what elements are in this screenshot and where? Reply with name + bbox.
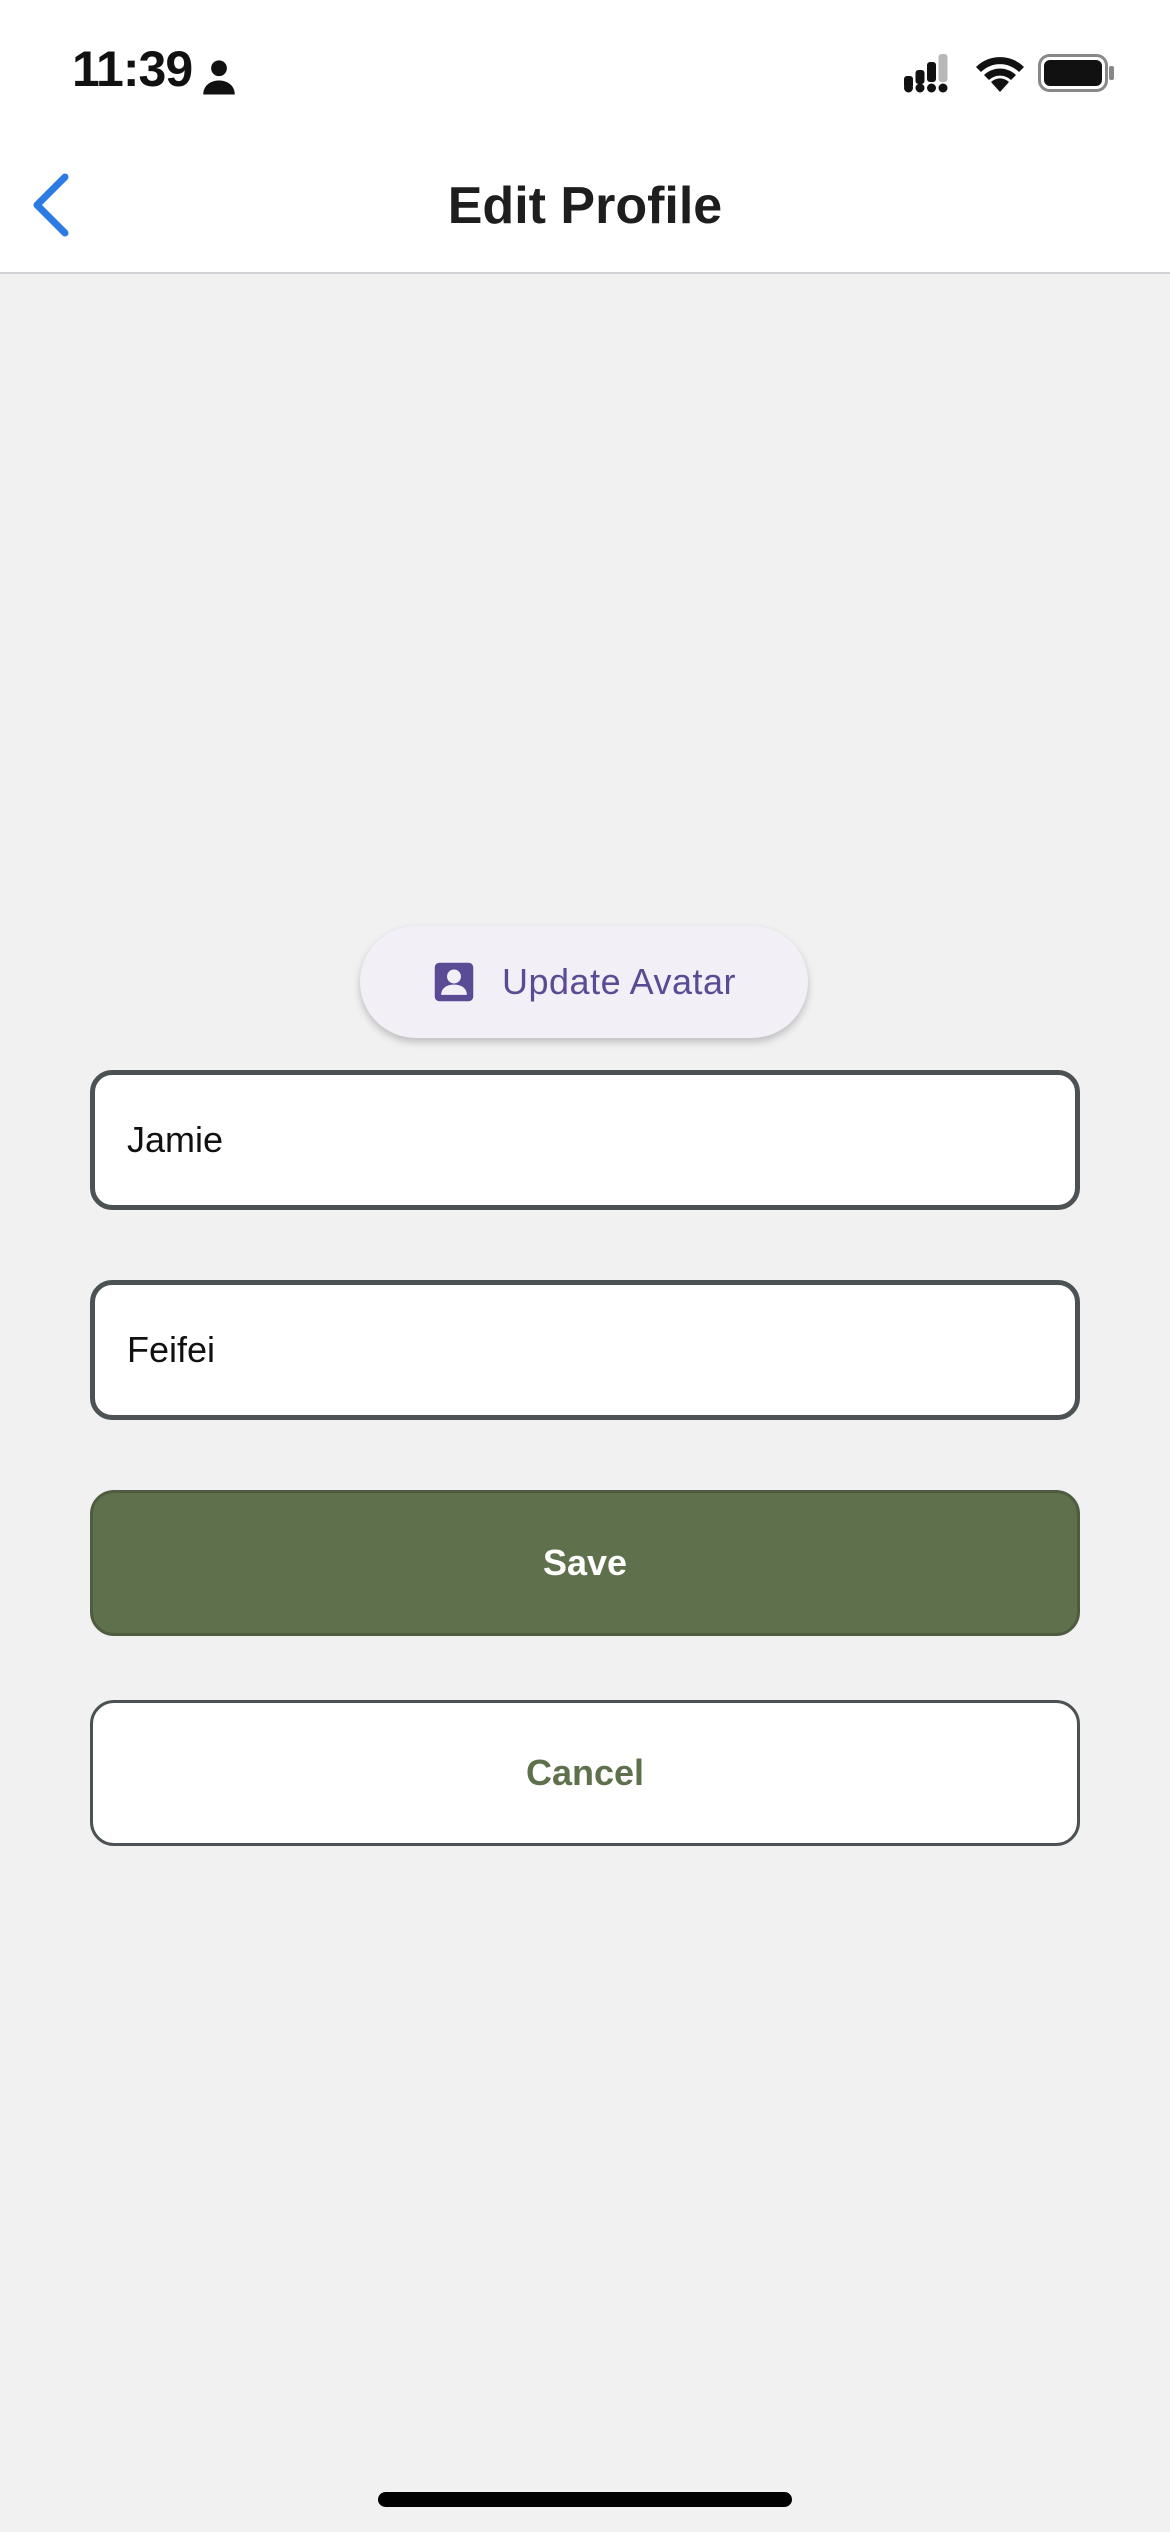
nav-bar: Edit Profile <box>0 140 1170 274</box>
battery-icon <box>1038 54 1114 92</box>
save-button[interactable]: Save <box>90 1490 1080 1636</box>
update-avatar-label: Update Avatar <box>502 961 736 1002</box>
page-title: Edit Profile <box>447 177 723 235</box>
cellular-signal-icon <box>904 54 948 93</box>
person-icon <box>203 60 235 95</box>
home-indicator <box>378 2492 792 2507</box>
first-name-field[interactable] <box>90 1070 1080 1210</box>
status-bar: 11:39 <box>0 0 1170 140</box>
update-avatar-button[interactable]: Update Avatar <box>360 926 808 1038</box>
last-name-field[interactable] <box>90 1280 1080 1420</box>
cancel-button[interactable]: Cancel <box>90 1700 1080 1846</box>
contact-card-icon <box>434 962 474 1002</box>
wifi-icon <box>976 57 1024 92</box>
status-time: 11:39 <box>72 41 193 97</box>
